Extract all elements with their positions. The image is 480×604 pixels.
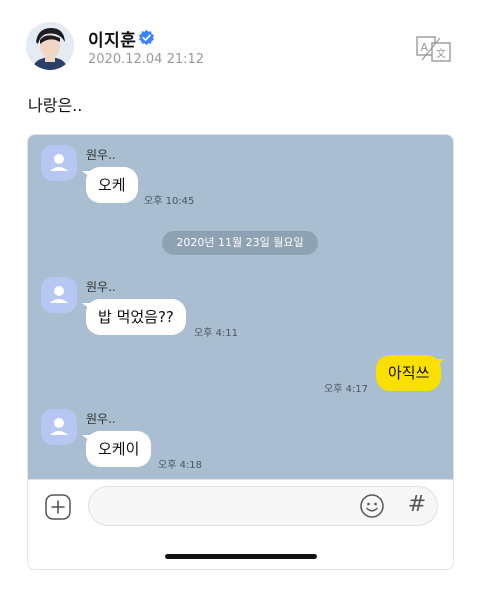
message-bubble[interactable]: 오케	[82, 167, 138, 203]
svg-text:A: A	[421, 41, 429, 54]
sender-name: 원우..	[86, 412, 116, 426]
friend-avatar[interactable]	[41, 277, 77, 313]
svg-text:文: 文	[436, 47, 446, 60]
chat-area: 원우.. 오케 오후 10:45 2020년 11월 23일 월요일 원우.. …	[28, 135, 453, 479]
friend-avatar[interactable]	[41, 145, 77, 181]
plus-circle-icon[interactable]	[45, 494, 71, 520]
post-date: 2020.12.04 21:12	[88, 52, 205, 67]
message-input[interactable]	[88, 486, 438, 526]
author-name[interactable]: 이지훈	[88, 26, 136, 51]
sender-name: 원우..	[86, 280, 116, 294]
embedded-chat-screenshot[interactable]: 원우.. 오케 오후 10:45 2020년 11월 23일 월요일 원우.. …	[27, 134, 454, 570]
message-time: 오후 4:18	[158, 460, 203, 471]
author-avatar[interactable]	[26, 22, 74, 70]
message-time: 오후 10:45	[144, 196, 195, 207]
message-bubble[interactable]: 오케이	[81, 431, 152, 467]
chat-input-bar: #	[28, 479, 453, 569]
home-indicator	[165, 554, 317, 559]
my-message-bubble[interactable]: 아직쓰	[376, 355, 446, 391]
message-time: 오후 4:11	[194, 328, 239, 339]
sender-name: 원우..	[86, 148, 116, 162]
message-time: 오후 4:17	[324, 384, 369, 395]
friend-avatar[interactable]	[41, 409, 77, 445]
date-divider: 2020년 11월 23일 월요일	[162, 231, 318, 255]
translate-icon[interactable]: A 文	[416, 36, 452, 62]
message-bubble[interactable]: 밥 먹었음??	[82, 299, 186, 335]
smiley-icon[interactable]	[359, 493, 385, 519]
hash-icon[interactable]: #	[406, 492, 428, 518]
post-header: 이지훈 2020.12.04 21:12 A 文	[26, 22, 456, 72]
post-text: 나랑은..	[28, 96, 83, 115]
verified-badge-icon	[139, 29, 154, 46]
